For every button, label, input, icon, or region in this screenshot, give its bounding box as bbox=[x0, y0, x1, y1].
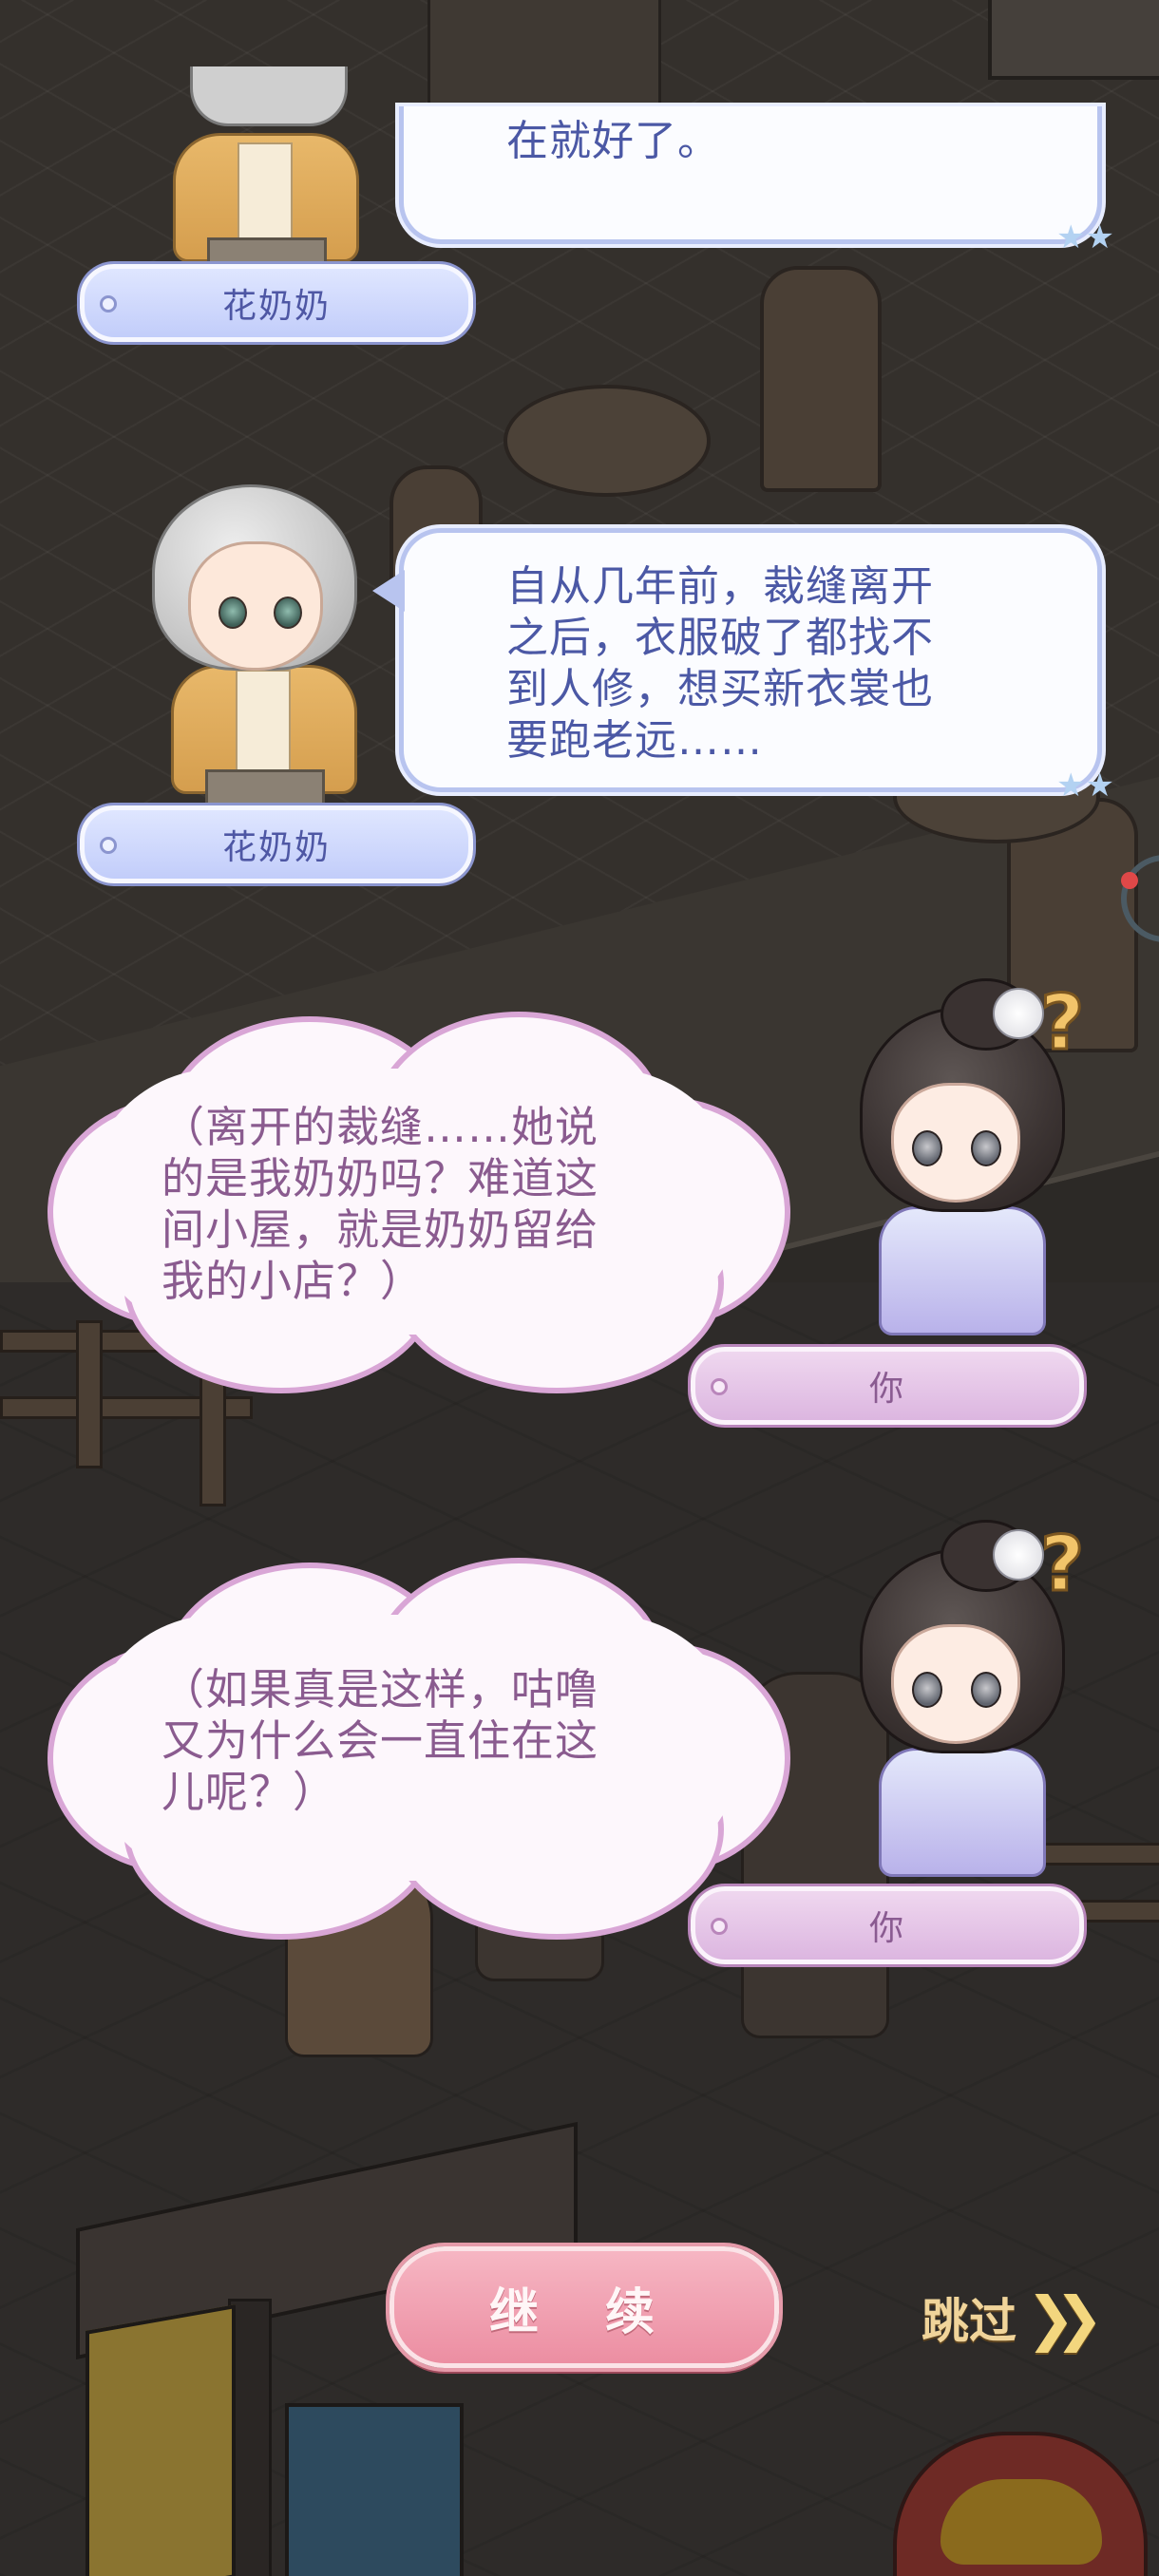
grandma-portrait bbox=[162, 66, 370, 272]
flower-hairpin-icon bbox=[993, 1529, 1044, 1581]
nametag-dot-icon bbox=[100, 837, 117, 854]
speaker-nametag: 你 bbox=[691, 1347, 1084, 1425]
dialogue-line: 之后，衣服破了都找不 bbox=[506, 614, 934, 662]
dialogue-line: 儿呢？） bbox=[162, 1767, 337, 1817]
skip-label: 跳过 bbox=[922, 2294, 1016, 2349]
round-table bbox=[504, 385, 711, 497]
flower-hairpin-icon bbox=[993, 988, 1044, 1039]
nametag-dot-icon bbox=[711, 1918, 728, 1935]
trash-bin bbox=[285, 2403, 464, 2576]
continue-button[interactable]: 继 续 bbox=[390, 2246, 779, 2368]
dialogue-line: 间小屋，就是奶奶留给 bbox=[162, 1204, 599, 1255]
thought-bubble-player: （离开的裁缝……她说 的是我奶奶吗？难道这 间小屋，就是奶奶留给 我的小店？） bbox=[48, 1012, 790, 1393]
nametag-dot-icon bbox=[711, 1378, 728, 1395]
dialogue-line: 到人修，想买新衣裳也 bbox=[506, 665, 934, 713]
red-object-inner bbox=[940, 2479, 1102, 2565]
grandma-portrait bbox=[142, 484, 380, 813]
thought-bubble-player: （如果真是这样，咕噜 又为什么会一直住在这 儿呢？） bbox=[48, 1558, 790, 1940]
speaker-name: 你 bbox=[868, 1370, 905, 1409]
question-mark-icon: ? bbox=[1038, 1519, 1085, 1610]
dialogue-line: 我的小店？） bbox=[162, 1256, 425, 1306]
dialogue-bubble-npc: 自从几年前，裁缝离开 之后，衣服破了都找不 到人修，想买新衣裳也 要跑老远…… … bbox=[399, 528, 1114, 805]
speaker-nametag: 你 bbox=[691, 1886, 1084, 1964]
dialogue-line: 要跑老远…… bbox=[506, 716, 763, 765]
speaker-name: 花奶奶 bbox=[221, 287, 331, 326]
dialogue-line: （离开的裁缝……她说 bbox=[162, 1102, 599, 1152]
dialogue-line: 又为什么会一直住在这 bbox=[162, 1715, 599, 1766]
dialogue-line: （如果真是这样，咕噜 bbox=[162, 1664, 599, 1714]
dialogue-line: 自从几年前，裁缝离开 bbox=[506, 562, 934, 611]
question-mark-icon: ? bbox=[1038, 977, 1085, 1069]
speaker-nametag: 花奶奶 bbox=[80, 805, 473, 883]
speaker-nametag: 花奶奶 bbox=[80, 264, 473, 342]
speaker-name: 花奶奶 bbox=[221, 828, 331, 867]
bubble-tail bbox=[372, 570, 405, 612]
skip-button[interactable]: 跳过 ❯❯ bbox=[922, 2280, 1104, 2356]
notification-dot bbox=[1121, 872, 1138, 889]
dialogue-line: 在就好了。 bbox=[506, 117, 720, 165]
dialogue-line: 的是我奶奶吗？难道这 bbox=[162, 1153, 599, 1203]
star-decoration-icon: ★★ bbox=[1056, 767, 1114, 805]
double-chevron-right-icon: ❯❯ bbox=[1026, 2282, 1104, 2353]
window-frame bbox=[988, 0, 1159, 80]
trash-bin bbox=[86, 2304, 236, 2576]
dialogue-bubble-npc: 在就好了。 ★★ bbox=[399, 106, 1114, 256]
speaker-name: 你 bbox=[868, 1909, 905, 1948]
continue-label: 继 续 bbox=[488, 2283, 680, 2341]
chair bbox=[760, 266, 882, 492]
star-decoration-icon: ★★ bbox=[1056, 218, 1114, 256]
nametag-dot-icon bbox=[100, 295, 117, 313]
